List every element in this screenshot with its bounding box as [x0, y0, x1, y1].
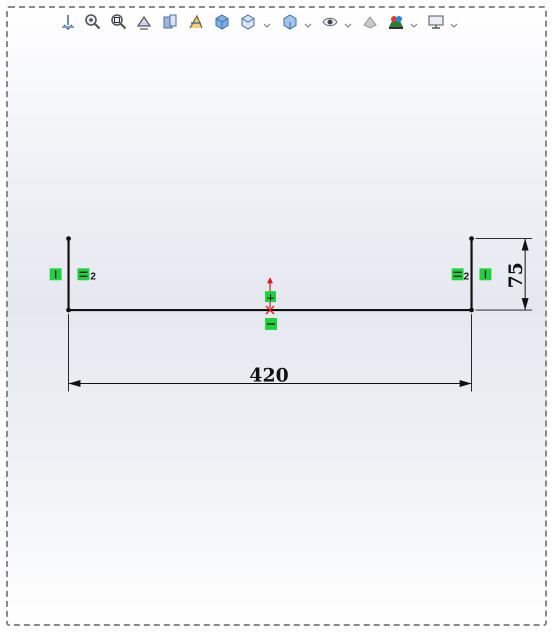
sketch-canvas: 420 75 2 2 [49, 236, 533, 392]
equal-relation-right-index: 2 [464, 271, 470, 282]
endpoint[interactable] [66, 236, 71, 241]
vertical-dimension-value[interactable]: 75 [505, 262, 527, 288]
equal-relation-right[interactable]: 2 [451, 268, 470, 282]
horizontal-dimension-value[interactable]: 420 [249, 365, 288, 387]
horizontal-relation[interactable] [265, 317, 277, 330]
endpoint[interactable] [469, 236, 474, 241]
midpoint-relation[interactable] [265, 291, 277, 303]
graphics-area[interactable]: 420 75 2 2 [6, 6, 547, 626]
equal-relation-left-index: 2 [90, 271, 96, 282]
vertical-relation-left[interactable] [49, 268, 62, 281]
endpoint[interactable] [66, 307, 71, 313]
vertical-relation-right[interactable] [479, 268, 492, 281]
equal-relation-left[interactable]: 2 [77, 268, 96, 282]
endpoint[interactable] [469, 307, 474, 313]
